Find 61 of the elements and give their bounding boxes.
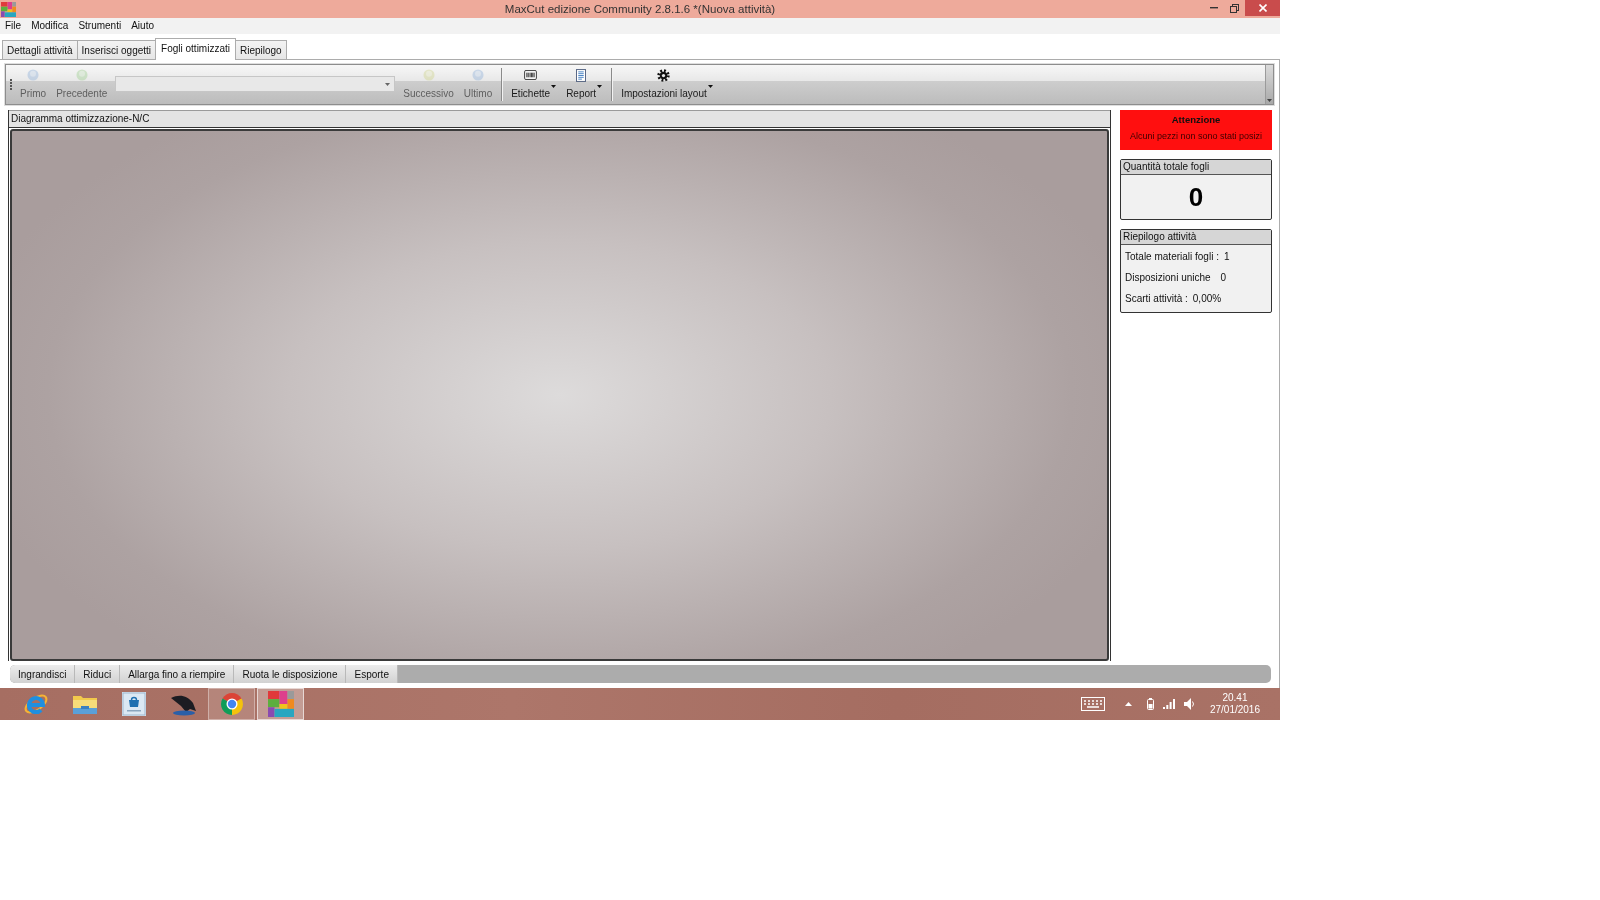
summary-value: 1 bbox=[1223, 251, 1230, 262]
menu-item[interactable]: Strumenti bbox=[73, 18, 127, 34]
view-button[interactable]: Ingrandisci bbox=[10, 665, 76, 683]
tab[interactable]: Fogli ottimizzati bbox=[155, 38, 236, 60]
circle-icon bbox=[75, 69, 88, 81]
summary-label: Scarti attività : bbox=[1125, 293, 1188, 304]
view-button[interactable]: Allarga fino a riempire bbox=[120, 665, 235, 683]
keyboard-button[interactable] bbox=[1080, 697, 1105, 711]
keyboard-icon bbox=[1080, 697, 1105, 711]
summary-value: 0 bbox=[1220, 272, 1227, 283]
speaker-icon[interactable] bbox=[1183, 698, 1195, 710]
minimize-icon bbox=[1209, 7, 1218, 9]
clock-time: 20.41 bbox=[1222, 692, 1248, 704]
barcode-icon bbox=[524, 70, 538, 80]
close-icon bbox=[1258, 4, 1267, 12]
circle-icon bbox=[422, 69, 435, 81]
diagram-title: Diagramma ottimizzazione-N/C bbox=[9, 110, 1110, 128]
circle-icon bbox=[27, 69, 40, 81]
summary-label: Totale materiali fogli : bbox=[1125, 251, 1219, 262]
battery-icon[interactable] bbox=[1146, 698, 1154, 710]
caret-icon bbox=[551, 85, 557, 88]
circle-icon bbox=[472, 69, 485, 81]
menu-item[interactable]: Aiuto bbox=[126, 18, 159, 34]
caret-icon bbox=[385, 82, 391, 86]
window-title: MaxCut edizione Community 2.8.1.6 *(Nuova attività) bbox=[504, 3, 776, 15]
view-button[interactable]: Ruota le disposizione bbox=[234, 665, 347, 683]
document-icon bbox=[576, 68, 587, 82]
restore-icon bbox=[1230, 3, 1239, 13]
signal-icon[interactable] bbox=[1162, 699, 1175, 709]
dropdown-button[interactable]: Impostazioni layout bbox=[616, 65, 718, 104]
view-button[interactable]: Esporte bbox=[346, 665, 398, 683]
summary-label: Disposizioni uniche bbox=[1125, 272, 1211, 283]
close-button[interactable] bbox=[1245, 0, 1280, 16]
bag-tile-icon bbox=[121, 692, 146, 716]
color-blocks-icon bbox=[1, 1, 16, 17]
panel-header: Riepilogo attività bbox=[1121, 230, 1271, 245]
panel-header: Quantità totale fogli bbox=[1121, 160, 1271, 175]
view-button[interactable]: Riduci bbox=[75, 665, 121, 683]
clock-date: 27/01/2016 bbox=[1209, 704, 1260, 716]
dropdown-button[interactable]: Report bbox=[561, 65, 608, 104]
color-blocks-icon bbox=[267, 691, 294, 717]
tricolor-circle-icon bbox=[218, 691, 245, 717]
down-arrow-icon bbox=[1267, 99, 1272, 102]
caret-icon bbox=[597, 85, 603, 88]
sheet-count-value: 0 bbox=[1187, 181, 1205, 214]
summary-value: 0,00% bbox=[1192, 293, 1222, 304]
chevron-up-icon bbox=[1124, 702, 1132, 706]
taskbar-button[interactable] bbox=[208, 688, 255, 720]
show-hidden-button[interactable] bbox=[1124, 702, 1132, 706]
menu-item[interactable]: File bbox=[0, 18, 27, 34]
tab[interactable]: Dettagli attività bbox=[2, 40, 78, 59]
taskbar-button[interactable] bbox=[257, 688, 304, 720]
tab[interactable]: Riepilogo bbox=[235, 40, 287, 59]
gear-icon bbox=[657, 68, 671, 82]
tab[interactable]: Inserisci oggetti bbox=[76, 40, 157, 59]
alert-title: Attenzione bbox=[1171, 114, 1221, 125]
alert-message: Alcuni pezzi non sono stati posizi bbox=[1129, 131, 1263, 141]
overflow-button[interactable] bbox=[1265, 65, 1273, 104]
dropdown-button[interactable]: Etichette bbox=[506, 65, 562, 104]
caret-icon bbox=[707, 85, 713, 88]
menu-item[interactable]: Modifica bbox=[26, 18, 74, 34]
